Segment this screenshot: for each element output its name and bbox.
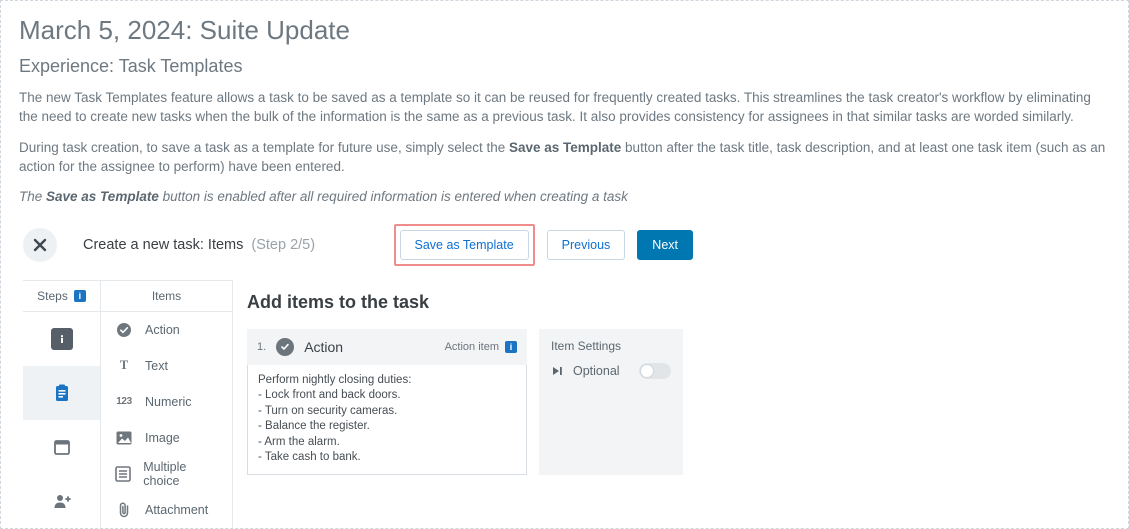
optional-label: Optional <box>573 364 620 378</box>
info-square-icon <box>51 328 73 350</box>
item-settings-panel: Item Settings Optional <box>539 329 683 475</box>
inline-bold: Save as Template <box>509 140 621 155</box>
paperclip-icon <box>115 502 133 518</box>
wizard-actions: Save as Template Previous Next <box>394 224 693 266</box>
step-forward-icon <box>551 365 563 377</box>
item-type-multiple-choice[interactable]: Multiple choice <box>101 456 232 492</box>
section-title: Experience: Task Templates <box>19 56 1110 77</box>
text-icon: T <box>115 358 133 373</box>
wizard-screenshot: Create a new task: Items (Step 2/5) Save… <box>23 218 693 528</box>
steps-column: Steps i <box>23 280 101 528</box>
clipboard-icon <box>51 382 73 404</box>
item-type-numeric[interactable]: 123 Numeric <box>101 384 232 420</box>
info-icon[interactable]: i <box>505 341 517 353</box>
item-type-image[interactable]: Image <box>101 420 232 456</box>
wizard-title: Create a new task: Items (Step 2/5) <box>83 237 315 253</box>
close-button[interactable] <box>23 228 57 262</box>
item-type-label: Action <box>304 339 343 355</box>
wizard-step-indicator: (Step 2/5) <box>251 237 315 253</box>
page-title: March 5, 2024: Suite Update <box>19 15 1110 46</box>
add-person-icon <box>51 490 73 512</box>
check-circle-icon <box>276 338 294 356</box>
callout-highlight: Save as Template <box>394 224 535 266</box>
main-title: Add items to the task <box>247 292 693 313</box>
item-type-attachment[interactable]: Attachment <box>101 492 232 528</box>
close-icon <box>33 238 47 252</box>
item-body-textarea[interactable]: Perform nightly closing duties: - Lock f… <box>247 365 527 475</box>
settings-title: Item Settings <box>551 339 671 353</box>
save-as-template-button[interactable]: Save as Template <box>400 230 529 260</box>
check-circle-icon <box>115 322 133 338</box>
figure-caption: The Save as Template button is enabled a… <box>19 189 1110 204</box>
intro-paragraph-1: The new Task Templates feature allows a … <box>19 89 1110 127</box>
previous-button[interactable]: Previous <box>547 230 626 260</box>
items-column-header: Items <box>101 280 232 312</box>
list-check-icon <box>115 466 131 482</box>
next-button[interactable]: Next <box>637 230 693 260</box>
item-number: 1. <box>257 341 266 353</box>
step-info[interactable] <box>23 312 100 366</box>
calendar-icon <box>51 436 73 458</box>
image-icon <box>115 431 133 445</box>
items-column: Items Action T Text 123 Nu <box>101 280 233 528</box>
item-type-action[interactable]: Action <box>101 312 232 348</box>
wizard-header: Create a new task: Items (Step 2/5) Save… <box>23 218 693 280</box>
intro-paragraph-2: During task creation, to save a task as … <box>19 139 1110 177</box>
item-meta: Action item i <box>445 341 517 353</box>
info-icon[interactable]: i <box>74 290 86 302</box>
numeric-icon: 123 <box>115 396 133 407</box>
optional-setting-row: Optional <box>551 363 671 379</box>
task-item-card: 1. Action Action item i Perform nightly … <box>247 329 527 475</box>
steps-column-header: Steps i <box>23 280 100 312</box>
item-type-text[interactable]: T Text <box>101 348 232 384</box>
step-assignees[interactable] <box>23 474 100 528</box>
wizard-body: Steps i <box>23 280 693 528</box>
main-column: Add items to the task 1. Action Action i… <box>233 280 693 528</box>
optional-toggle[interactable] <box>639 363 671 379</box>
step-items[interactable] <box>23 366 100 420</box>
step-schedule[interactable] <box>23 420 100 474</box>
task-item-header: 1. Action Action item i <box>247 329 527 365</box>
